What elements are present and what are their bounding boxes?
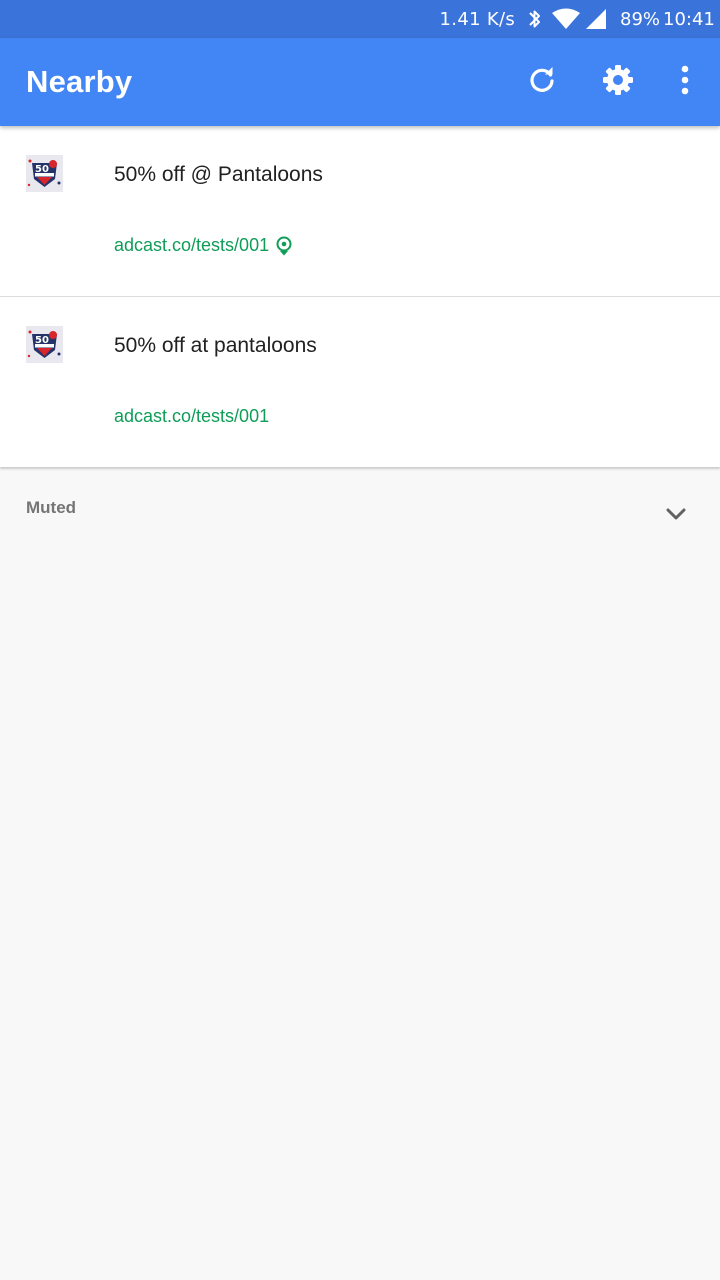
item-url: adcast.co/tests/001	[114, 235, 270, 255]
status-bar: 1.41 K/s 89% 10:41	[0, 0, 720, 38]
muted-label: Muted	[26, 498, 77, 517]
list-item[interactable]: 50 50% off at pantaloons adcast.co/tests…	[0, 297, 720, 467]
svg-text:50: 50	[35, 164, 49, 175]
muted-section-header[interactable]: Muted	[0, 470, 720, 550]
svg-text:50: 50	[35, 335, 49, 346]
refresh-icon	[526, 64, 558, 101]
wifi-icon	[551, 8, 581, 35]
more-vert-icon	[680, 65, 690, 100]
list-item[interactable]: 50 50% off @ Pantaloons adcast.co/tests/…	[0, 126, 720, 297]
beacon-location-icon	[275, 236, 293, 256]
bluetooth-icon	[526, 7, 544, 36]
cell-signal-icon	[584, 8, 608, 35]
item-url-row: adcast.co/tests/001	[114, 406, 269, 427]
more-options-button[interactable]	[663, 60, 707, 104]
network-speed: 1.41 K/s	[439, 9, 515, 30]
clock: 10:41	[663, 9, 715, 30]
battery-level: 89%	[620, 9, 661, 30]
nearby-list: 50 50% off @ Pantaloons adcast.co/tests/…	[0, 126, 720, 467]
expand-muted-button[interactable]	[660, 500, 692, 532]
chevron-down-icon	[665, 507, 687, 526]
item-url: adcast.co/tests/001	[114, 406, 270, 426]
item-url-row: adcast.co/tests/001	[114, 235, 293, 256]
sale-badge-50-icon: 50	[26, 155, 63, 192]
sale-badge-50-icon: 50	[26, 326, 63, 363]
settings-gear-icon	[601, 63, 635, 102]
refresh-button[interactable]	[520, 60, 564, 104]
item-title: 50% off @ Pantaloons	[114, 163, 323, 186]
settings-button[interactable]	[596, 60, 640, 104]
app-bar: Nearby	[0, 38, 720, 126]
page-title: Nearby	[26, 64, 133, 99]
item-title: 50% off at pantaloons	[114, 334, 317, 357]
